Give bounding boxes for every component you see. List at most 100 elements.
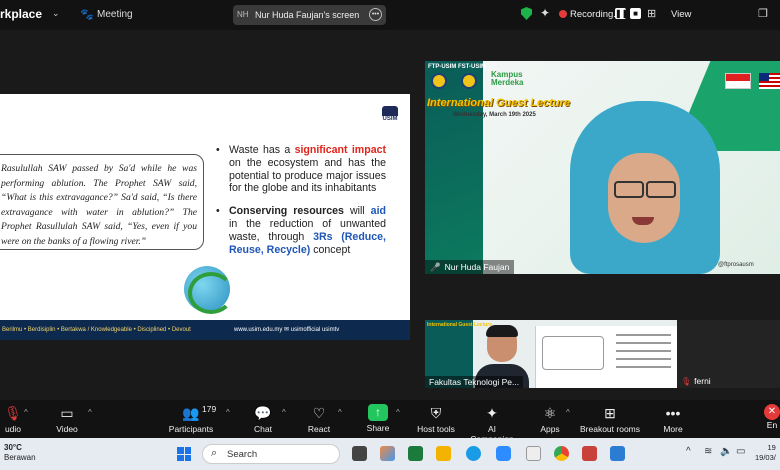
end-label: En [766, 420, 778, 430]
breakout-rooms-button[interactable]: ⊞ Breakout rooms [580, 404, 640, 434]
copilot-icon[interactable] [380, 446, 395, 461]
file-explorer-icon[interactable] [436, 446, 451, 461]
speaker-face [608, 153, 680, 243]
participant-name-usmtv: USMTV [555, 377, 585, 387]
apps-icon: ⚛ [543, 405, 557, 421]
react-button[interactable]: ♡ React [306, 404, 332, 434]
ai-sparkle-icon[interactable]: ✦ [540, 6, 550, 20]
app-icon[interactable] [526, 446, 541, 461]
share-button[interactable]: ↑ Share [364, 404, 392, 433]
apps-button[interactable]: ⚛ Apps [538, 404, 562, 434]
window-restore-icon[interactable]: ❐ [758, 7, 768, 20]
taskbar-clock[interactable]: 19 19/03/ [755, 443, 776, 463]
weather-condition: Berawan [4, 453, 36, 462]
partner-logos [431, 73, 477, 89]
recording-dot-icon [559, 10, 567, 18]
zoom-window: rkplace ⌄ 🐾 Meeting NH Nur Huda Faujan's… [0, 0, 780, 470]
volume-icon[interactable]: 🔈 [720, 446, 735, 461]
host-tools-button[interactable]: ⛨ Host tools [416, 404, 456, 434]
bullet2-bold: Conserving resources [229, 205, 344, 218]
react-options-caret[interactable]: ^ [338, 408, 342, 417]
view-button[interactable]: View [671, 9, 691, 20]
preview-quote-box [542, 336, 604, 370]
speaker-video-tile[interactable]: FTP-USIM FST-USIM Kampus Merdeka Internat… [425, 61, 780, 274]
search-icon: ⌕ [211, 447, 218, 459]
footer-motto: Berilmu • Berdisiplin • Bertakwa / Knowl… [2, 327, 191, 333]
more-options-icon[interactable]: ••• [369, 8, 382, 21]
university-logo-icon [461, 73, 477, 89]
shield-icon: ⛨ [430, 405, 442, 421]
mic-muted-icon: 🎙 [4, 405, 22, 421]
end-meeting-button[interactable]: ✕ En [764, 404, 780, 430]
chat-options-caret[interactable]: ^ [282, 408, 286, 417]
chrome-browser-icon[interactable] [554, 446, 569, 461]
slide-footer: Berilmu • Berdisiplin • Bertakwa / Knowl… [0, 320, 410, 340]
mic-muted-icon: 🎙 [681, 377, 692, 386]
background-teal-bar [425, 61, 483, 274]
video-options-caret[interactable]: ^ [88, 408, 92, 417]
usim-logo-text: USIM [382, 116, 398, 122]
top-bar: rkplace ⌄ 🐾 Meeting NH Nur Huda Faujan's… [0, 0, 780, 30]
weather-widget[interactable]: 30°C Berawan [4, 443, 36, 463]
tray-chevron-icon[interactable]: ^ [686, 446, 701, 461]
participant-name-fakultas: Fakultas Teknologi Pe... [425, 376, 524, 388]
speaker-figure [570, 101, 720, 274]
meeting-label[interactable]: Meeting [97, 9, 133, 20]
chat-label: Chat [254, 424, 272, 434]
screen-share-indicator[interactable]: NH Nur Huda Faujan's screen ••• [233, 5, 386, 25]
pause-recording-button[interactable]: ❚❚ [615, 8, 628, 19]
audio-options-caret[interactable]: ^ [24, 408, 28, 417]
malaysia-flag-icon [759, 73, 780, 89]
preview-line [616, 366, 671, 368]
wifi-icon[interactable]: ≋ [704, 446, 719, 461]
chat-icon: 💬 [254, 405, 272, 421]
share-options-caret[interactable]: ^ [396, 408, 400, 417]
recording-label: Recording... [570, 9, 622, 20]
video-button[interactable]: ▭ Video [52, 404, 82, 434]
stop-recording-button[interactable]: ■ [630, 8, 641, 19]
app-icon[interactable] [610, 446, 625, 461]
paw-icon: 🐾 [80, 9, 94, 21]
windows-start-icon[interactable] [177, 447, 191, 461]
bullet2-text-b: will [343, 205, 371, 218]
event-title: International Guest Lecture [427, 97, 571, 109]
usim-logo: USIM [378, 106, 402, 126]
ai-sparkle-icon: ✦ [486, 405, 498, 421]
footer-handle-2: usimtv [321, 327, 340, 333]
sharer-screen-label: Nur Huda Faujan's screen [255, 10, 360, 20]
apps-options-caret[interactable]: ^ [566, 408, 570, 417]
chat-button[interactable]: 💬 Chat [250, 404, 276, 434]
grid-view-icon[interactable]: ⊞ [647, 7, 656, 20]
audio-button[interactable]: 🎙 udio [0, 404, 26, 434]
chevron-down-icon[interactable]: ⌄ [52, 8, 60, 19]
participant-tile-ferni[interactable]: 🎙 ferni [677, 320, 780, 388]
participants-count: 179 [202, 404, 217, 414]
security-shield-icon[interactable] [521, 7, 532, 20]
task-view-icon[interactable] [352, 446, 367, 461]
more-button[interactable]: ••• More [660, 404, 686, 434]
more-dots-icon: ••• [665, 405, 681, 421]
battery-icon[interactable]: ▭ [736, 446, 751, 461]
taskbar-search[interactable]: ⌕ Search [202, 444, 340, 464]
participant-tile-fakultas[interactable]: International Guest Lecture Fakultas Tek… [425, 320, 677, 388]
preview-line [616, 342, 671, 344]
bullet-waste-impact: Waste has a significant impact on the ec… [216, 144, 386, 195]
ftp-fst-labels: FTP-USIM FST-USIM [428, 64, 486, 70]
mic-icon: 🎤 [430, 262, 441, 272]
edge-browser-icon[interactable] [466, 446, 481, 461]
kampus-line2: Merdeka [491, 78, 524, 87]
video-camera-icon: ▭ [60, 405, 74, 421]
participants-options-caret[interactable]: ^ [226, 408, 230, 417]
powerpoint-icon[interactable] [582, 446, 597, 461]
recycle-globe-icon [184, 266, 234, 314]
bullet2-text-f: concept [310, 243, 351, 256]
breakout-label: Breakout rooms [580, 424, 640, 434]
participant-hair [486, 325, 518, 337]
speaker-glasses [614, 181, 676, 198]
zoom-app-icon[interactable] [496, 446, 511, 461]
heart-icon: ♡ [312, 405, 326, 421]
app-icon[interactable] [408, 446, 423, 461]
meeting-controls-bar: 🎙 udio ^ ▭ Video ^ 👥 Participants 179 ^ 💬 Ch… [0, 400, 780, 444]
footer-handle-1: ✉ usimofficial [284, 327, 321, 333]
apps-label: Apps [540, 424, 560, 434]
